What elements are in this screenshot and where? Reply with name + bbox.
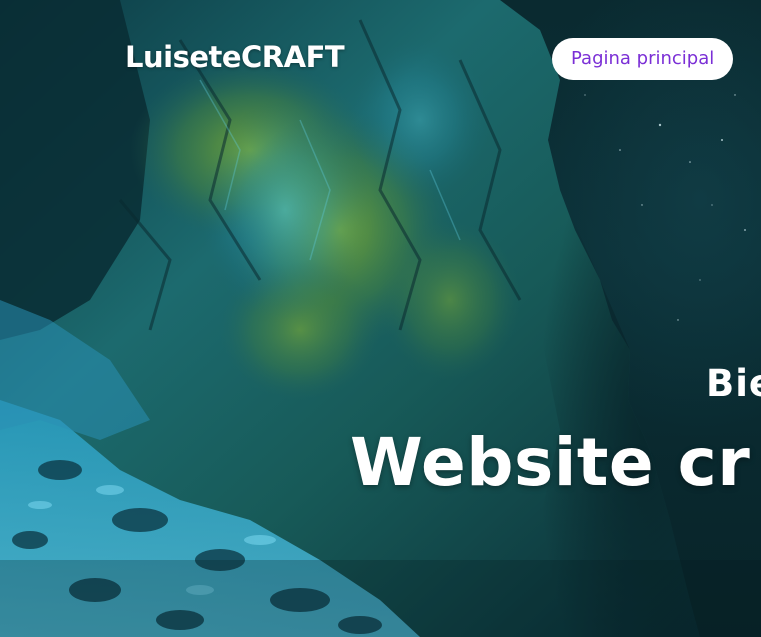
hero-greeting: Bie — [706, 362, 761, 405]
hero-section: LuiseteCRAFT Pagina principal Bie Websit… — [0, 0, 761, 637]
top-navigation-bar: LuiseteCRAFT Pagina principal — [0, 0, 761, 120]
hero-headline: Website cr — [350, 424, 751, 501]
site-logo[interactable]: LuiseteCRAFT — [125, 40, 345, 74]
home-nav-button[interactable]: Pagina principal — [552, 38, 734, 80]
